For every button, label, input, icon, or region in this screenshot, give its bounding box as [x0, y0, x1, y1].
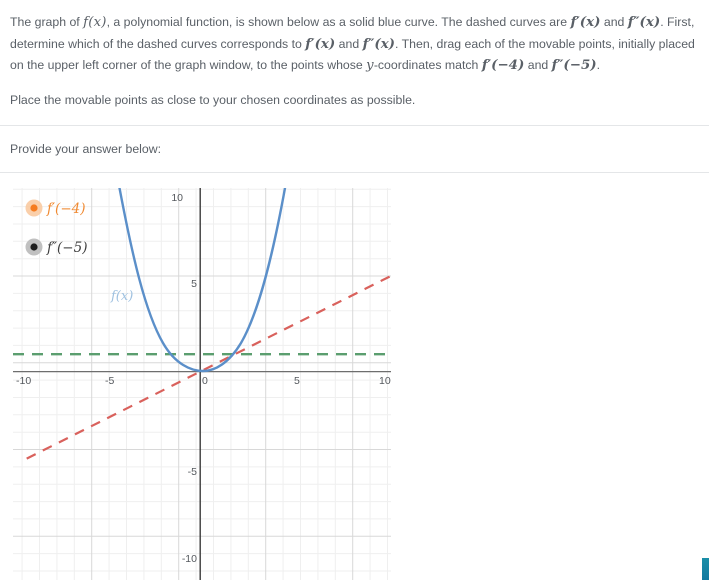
prompt-text-c: and	[600, 15, 628, 29]
math-fprime-x-1: f′(x)	[570, 14, 601, 30]
prompt-text-g: -coordinates match	[373, 58, 482, 73]
y-tick-label-3: -10	[182, 553, 197, 565]
x-tick-label-1: -5	[105, 375, 114, 387]
x-tick-label-2: 0	[202, 375, 208, 387]
point-fprime-dot[interactable]	[30, 204, 38, 212]
x-tick-label-0: -10	[16, 375, 31, 387]
math-fx: f(x)	[83, 15, 107, 30]
prompt-text-h: and	[524, 58, 552, 73]
math-fdoubleprime-x-2: f″(x)	[362, 35, 396, 52]
provide-answer-label: Provide your answer below:	[10, 142, 162, 157]
math-y-var: y	[366, 58, 374, 74]
problem-paragraph-2: Place the movable points as close to you…	[10, 93, 416, 108]
problem-paragraph-1: The graph of f(x), a polynomial function…	[10, 12, 695, 77]
y-tick-label-0: 10	[171, 192, 183, 204]
y-tick-label-2: -5	[188, 466, 197, 478]
math-fdoubleprime-neg5: f″(−5)	[551, 57, 597, 74]
point-fdoubleprime-label: f″(−5)	[46, 240, 87, 256]
section-divider-bottom	[0, 172, 709, 174]
scroll-indicator[interactable]	[702, 558, 709, 580]
prompt-text-i: .	[596, 58, 601, 73]
prompt-text-a: The graph of	[10, 15, 84, 29]
graph-widget[interactable]: f(x) -10 -5 0 5 10 10 5 -5 -10 f′(−4) f″…	[13, 188, 391, 580]
math-fprime-x-2: f′(x)	[305, 35, 336, 52]
x-tick-label-3: 5	[294, 375, 300, 387]
point-fprime[interactable]: f′(−4)	[25, 199, 86, 218]
y-tick-label-1: 5	[191, 278, 197, 290]
point-fdoubleprime-dot[interactable]	[30, 243, 38, 251]
math-fprime-neg4: f′(−4)	[481, 57, 525, 74]
prompt-text-b: , a polynomial function, is shown below …	[106, 15, 571, 29]
problem-statement: The graph of f(x), a polynomial function…	[0, 0, 709, 111]
point-fdoubleprime[interactable]: f″(−5)	[25, 238, 88, 257]
point-fprime-label: f′(−4)	[46, 201, 86, 217]
x-tick-label-4: 10	[379, 375, 391, 387]
math-fdoubleprime-x-1: f″(x)	[627, 14, 661, 30]
curve-label-fx: f(x)	[110, 289, 133, 304]
prompt-text-e: and	[335, 36, 363, 51]
